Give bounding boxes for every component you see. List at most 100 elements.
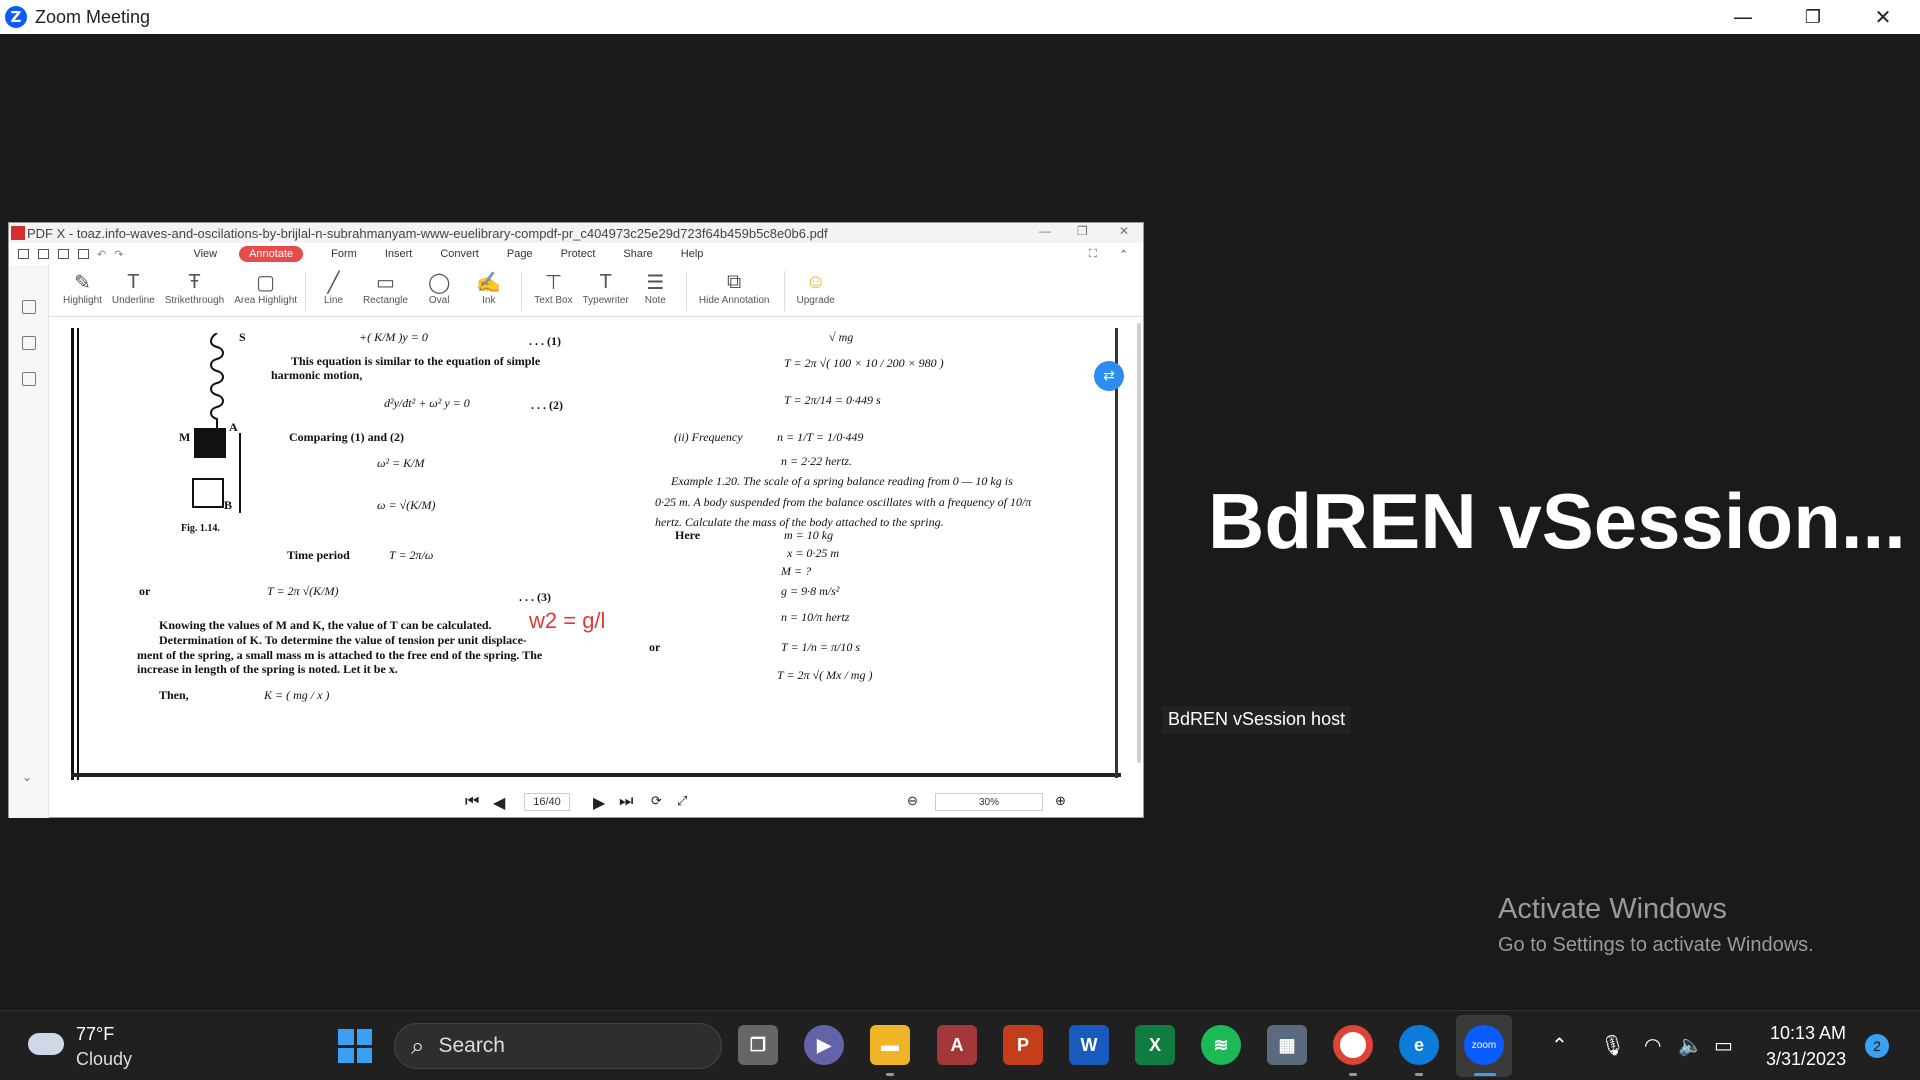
- label-s: S: [239, 330, 246, 344]
- underline-icon: T: [127, 270, 140, 293]
- weather-description[interactable]: Cloudy: [76, 1049, 132, 1070]
- text-line: Knowing the values of M and K, the value…: [159, 618, 492, 632]
- equation: M = ?: [781, 564, 812, 578]
- comments-icon[interactable]: [22, 372, 36, 386]
- bookmark-icon[interactable]: [22, 300, 36, 314]
- first-page-icon[interactable]: ⏮: [465, 793, 479, 811]
- weather-temperature[interactable]: 77°F: [76, 1024, 114, 1045]
- taskbar-search[interactable]: ⌕ Search: [394, 1023, 722, 1069]
- battery-icon[interactable]: ▭: [1714, 1033, 1733, 1057]
- page-bottom-line: [71, 773, 1121, 777]
- page-right-line: [1115, 328, 1118, 778]
- close-button[interactable]: ✕: [1848, 0, 1918, 34]
- highlight-icon: ✎: [74, 271, 91, 294]
- line-tool[interactable]: ╱ Line: [324, 269, 343, 307]
- notification-badge[interactable]: 2: [1865, 1034, 1889, 1058]
- text-line: This equation is similar to the equation…: [291, 354, 541, 368]
- minimize-button[interactable]: —: [1708, 0, 1778, 34]
- chrome-icon[interactable]: [1333, 1025, 1373, 1065]
- vertical-scrollbar[interactable]: [1137, 323, 1141, 763]
- note-tool[interactable]: ☰ Note: [645, 269, 666, 307]
- handwritten-annotation[interactable]: w2 = g/l: [529, 608, 605, 634]
- undo-icon[interactable]: ↶: [97, 248, 106, 261]
- cloud-icon[interactable]: [28, 1033, 64, 1055]
- access-icon[interactable]: A: [937, 1025, 977, 1065]
- omega-squared-eq: ω² = K/M: [377, 456, 425, 470]
- zoom-level-input[interactable]: 30%: [935, 793, 1043, 811]
- microphone-icon[interactable]: 🎙: [1600, 1033, 1625, 1057]
- strikethrough-icon: Ŧ: [188, 270, 201, 293]
- pdf-minimize-icon[interactable]: —: [1039, 224, 1051, 238]
- zoom-out-icon[interactable]: ⊖: [907, 793, 918, 809]
- restore-button[interactable]: ❐: [1778, 0, 1848, 34]
- text-box-icon: ⊤: [544, 271, 563, 294]
- volume-icon[interactable]: 🔈: [1678, 1033, 1703, 1057]
- translate-icon[interactable]: ⇄: [1094, 361, 1124, 391]
- edge-icon[interactable]: e: [1399, 1025, 1439, 1065]
- calculator-icon[interactable]: ▦: [1267, 1025, 1307, 1065]
- menu-annotate[interactable]: Annotate: [239, 246, 304, 262]
- word-icon[interactable]: W: [1069, 1025, 1109, 1065]
- prev-page-icon[interactable]: ◀: [493, 793, 505, 813]
- task-view-icon[interactable]: ❐: [738, 1025, 778, 1065]
- fullscreen-icon[interactable]: ⛶: [1089, 248, 1097, 261]
- menu-page[interactable]: Page: [507, 248, 533, 260]
- strikethrough-tool[interactable]: Ŧ Strikethrough: [165, 269, 224, 307]
- menu-share[interactable]: Share: [623, 248, 652, 260]
- next-page-icon[interactable]: ▶: [593, 793, 605, 813]
- ink-tool[interactable]: ✍ Ink: [476, 269, 501, 307]
- oval-tool[interactable]: ◯ Oval: [427, 269, 451, 307]
- file-explorer-icon[interactable]: ▬: [870, 1025, 910, 1065]
- powerpoint-icon[interactable]: P: [1003, 1025, 1043, 1065]
- menu-convert[interactable]: Convert: [440, 248, 479, 260]
- text-box-tool[interactable]: ⊤ Text Box: [534, 269, 572, 307]
- pdf-window-title: PDF X - toaz.info-waves-and-oscilations-…: [27, 225, 828, 241]
- equation: g = 9·8 m/s²: [781, 584, 840, 598]
- rotate-icon[interactable]: ⟳: [651, 793, 662, 809]
- clock-time[interactable]: 10:13 AM: [1770, 1023, 1846, 1044]
- start-button[interactable]: [338, 1029, 372, 1063]
- underline-tool[interactable]: T Underline: [112, 269, 155, 307]
- upgrade-button[interactable]: ☺ Upgrade: [797, 269, 835, 307]
- hide-annotation-tool[interactable]: ⧉ Hide Annotation: [699, 269, 770, 307]
- pdf-close-icon[interactable]: ✕: [1119, 224, 1129, 238]
- typewriter-tool[interactable]: T Typewriter: [583, 269, 629, 307]
- collapse-ribbon-icon[interactable]: ⌃: [1119, 248, 1128, 261]
- last-page-icon[interactable]: ⏭: [619, 793, 633, 811]
- text-line: Determination of K. To determine the val…: [159, 633, 527, 647]
- chat-icon[interactable]: ▶: [804, 1025, 844, 1065]
- text-line: 0·25 m. A body suspended from the balanc…: [655, 495, 1032, 509]
- equation-2-ref: . . . (2): [531, 398, 563, 412]
- toolbar-divider: [783, 271, 785, 311]
- open-icon[interactable]: [18, 249, 29, 259]
- show-hidden-icons[interactable]: ⌃: [1551, 1033, 1568, 1057]
- menu-view[interactable]: View: [193, 248, 217, 260]
- zoom-titlebar: Z Zoom Meeting — ❐ ✕: [0, 0, 1920, 34]
- window-title: Zoom Meeting: [35, 6, 151, 27]
- pdf-restore-icon[interactable]: ❐: [1077, 224, 1088, 238]
- wifi-icon[interactable]: ◠: [1644, 1033, 1661, 1057]
- save-as-icon[interactable]: [58, 249, 69, 259]
- text-line: Then,: [159, 688, 189, 702]
- area-highlight-tool[interactable]: ▢ Area Highlight: [234, 269, 297, 307]
- print-icon[interactable]: [78, 249, 89, 259]
- page-number-input[interactable]: 16/40: [524, 793, 570, 811]
- menu-insert[interactable]: Insert: [385, 248, 413, 260]
- rectangle-tool[interactable]: ▭ Rectangle: [363, 269, 408, 307]
- oval-icon: ◯: [427, 271, 451, 294]
- menu-protect[interactable]: Protect: [561, 248, 596, 260]
- fit-page-icon[interactable]: ⤢: [677, 793, 687, 809]
- zoom-in-icon[interactable]: ⊕: [1055, 793, 1066, 809]
- menu-form[interactable]: Form: [331, 248, 357, 260]
- expand-sidebar-icon[interactable]: ⌄: [22, 770, 32, 784]
- pages-icon[interactable]: [22, 336, 36, 350]
- excel-icon[interactable]: X: [1135, 1025, 1175, 1065]
- spotify-icon[interactable]: ≋: [1201, 1025, 1241, 1065]
- highlight-tool[interactable]: ✎ Highlight: [63, 269, 102, 307]
- period-eq-2: T = 2π √(K/M): [267, 584, 339, 598]
- redo-icon[interactable]: ↷: [114, 248, 123, 261]
- menu-help[interactable]: Help: [681, 248, 704, 260]
- clock-date[interactable]: 3/31/2023: [1766, 1049, 1846, 1070]
- zoom-app-icon[interactable]: zoom: [1464, 1025, 1504, 1065]
- save-icon[interactable]: [38, 249, 49, 259]
